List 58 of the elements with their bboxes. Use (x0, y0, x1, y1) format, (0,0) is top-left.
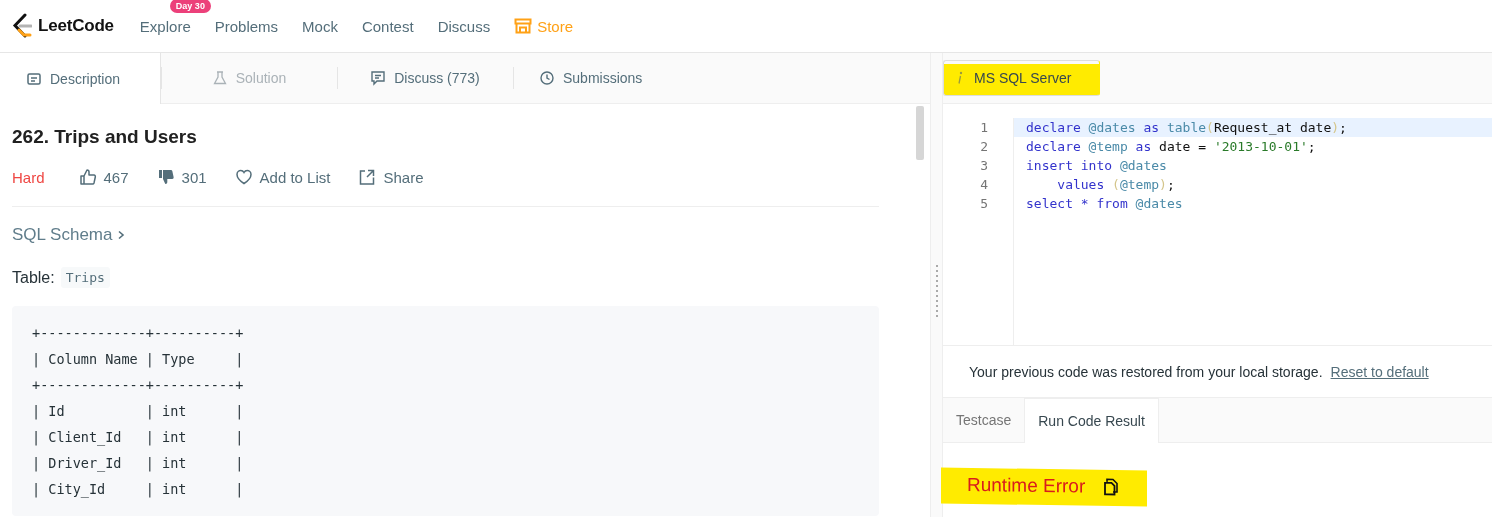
nav-link[interactable]: Contest (361, 17, 414, 35)
info-icon (956, 71, 964, 85)
tab[interactable]: Run Code Result (1024, 398, 1159, 443)
line-number: 3 (979, 157, 989, 175)
nav-link[interactable]: Problems (214, 17, 279, 35)
schema-line: | Id | int | (32, 402, 244, 422)
logo-text: LeetCode (38, 16, 114, 36)
table-label: Table: (12, 268, 55, 287)
code-line: values (@temp); (1056, 176, 1176, 194)
add-to-list-button[interactable]: Add to List (234, 168, 331, 186)
difficulty-label: Hard (12, 168, 45, 186)
code-editor[interactable]: 1 2 3 4 5 declare @dates as table(Request_at date); declare @temp as date = '2013-10-01'; insert into @dates values (@temp); select * from @dates (943, 104, 1492, 346)
schema-line: +-------------+----------+ (32, 324, 244, 343)
tab[interactable]: Discuss (773) (337, 53, 513, 103)
resize-handle[interactable] (935, 265, 938, 319)
schema-line: | Driver_Id | int | (32, 454, 244, 474)
problem-title: 262. Trips and Users (12, 126, 198, 148)
line-number: 4 (979, 176, 989, 194)
logo-icon (12, 13, 32, 39)
document-icon (26, 70, 42, 87)
store-icon (514, 18, 533, 34)
thumbs-down-icon (156, 168, 175, 186)
tab[interactable]: Submissions (513, 53, 669, 103)
table-name: Trips (60, 267, 110, 288)
nav-link[interactable]: Mock (302, 17, 338, 35)
restore-notice: Your previous code was restored from your local storage. (969, 363, 1323, 380)
flask-icon (211, 70, 228, 86)
nav-link[interactable]: Discuss (437, 17, 491, 35)
comment-icon (370, 70, 387, 86)
logo[interactable]: LeetCode (12, 13, 114, 39)
dislike-button[interactable]: 301 (156, 168, 207, 186)
scrollbar-thumb[interactable] (916, 106, 924, 160)
schema-line: | Column Name | Type | (32, 350, 244, 370)
tab[interactable]: Description (0, 53, 161, 104)
runtime-error-status: Runtime Error (967, 473, 1086, 498)
like-button[interactable]: 467 (78, 168, 129, 186)
line-number: 2 (979, 138, 989, 156)
thumbs-up-icon (78, 168, 97, 186)
share-button[interactable]: Share (358, 168, 424, 186)
copy-icon (1103, 477, 1120, 497)
code-line: insert into @dates (1025, 157, 1168, 175)
share-icon (358, 168, 377, 186)
copy-button[interactable] (1103, 477, 1120, 497)
code-line: declare @temp as date = '2013-10-01'; (1025, 138, 1317, 156)
day-badge: Day 30 (169, 0, 211, 13)
language-selector[interactable]: MS SQL Server (943, 60, 1100, 96)
clock-icon (539, 70, 555, 86)
line-number: 5 (979, 195, 989, 213)
reset-link[interactable]: Reset to default (1330, 363, 1429, 380)
code-line: select * from @dates (1025, 195, 1184, 213)
sql-schema-link[interactable]: SQL Schema (12, 225, 127, 245)
nav-link[interactable]: Explore (139, 17, 191, 35)
heart-icon (234, 168, 253, 186)
chevron-right-icon (116, 229, 127, 241)
schema-line: | City_Id | int | (32, 480, 244, 500)
schema-line: +-------------+----------+ (32, 376, 244, 395)
line-number: 1 (979, 119, 989, 137)
schema-line: | Client_Id | int | (32, 428, 244, 448)
